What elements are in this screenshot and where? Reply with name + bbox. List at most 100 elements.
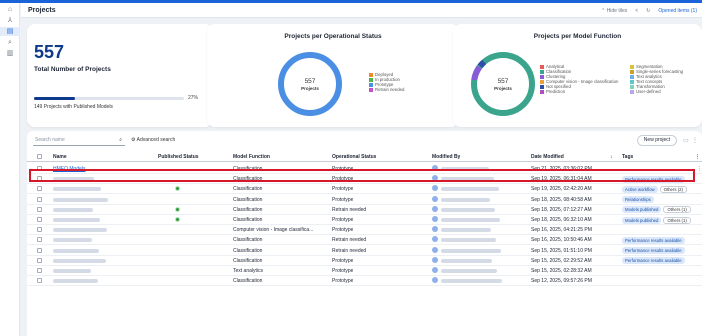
table-row[interactable]: Classification Retrain needed Sep 16, 2025…: [27, 235, 702, 246]
col-function[interactable]: Model Function: [233, 154, 270, 160]
row-checkbox[interactable]: [37, 257, 42, 263]
home-icon[interactable]: ⌂: [0, 5, 20, 14]
operational-status: Prototype: [332, 268, 354, 274]
hierarchy-icon[interactable]: ⅄: [0, 16, 20, 25]
hide-tiles-button[interactable]: ⌃ Hide tiles: [601, 8, 627, 14]
legend-item[interactable]: Retrain needed: [369, 87, 404, 92]
table-row[interactable]: Classification Prototype Sep 19, 2025, 02:…: [27, 184, 702, 195]
model-function: Classification: [233, 206, 263, 213]
new-project-button[interactable]: New project: [637, 135, 677, 146]
date-modified: Sep 18, 2025, 08:40:58 AM: [531, 196, 592, 203]
opened-items-link[interactable]: Opened items (1): [658, 8, 697, 14]
row-checkbox[interactable]: [37, 217, 42, 222]
tag-badge[interactable]: Active workflow: [622, 185, 658, 193]
row-menu-icon[interactable]: ⋮: [697, 166, 702, 172]
row-checkbox[interactable]: [37, 237, 42, 243]
row-checkbox[interactable]: [37, 247, 42, 253]
col-name[interactable]: Name: [53, 154, 67, 160]
row-checkbox[interactable]: [37, 206, 42, 212]
legend-swatch: [540, 84, 544, 89]
operational-status: Retrain needed: [332, 206, 367, 213]
total-projects-tile: 557 Total Number of Projects 27% 149 Pro…: [27, 24, 213, 127]
project-name-redacted[interactable]: [53, 237, 92, 244]
library-icon[interactable]: ▥: [0, 49, 20, 58]
filter-icon: ⚙: [131, 137, 136, 143]
model-function: Classification: [233, 186, 263, 193]
col-modified-by[interactable]: Modified By: [432, 154, 460, 160]
project-name-redacted[interactable]: [53, 186, 101, 193]
tag-badge[interactable]: Relationships: [622, 196, 654, 204]
model-function: Classification: [233, 237, 263, 244]
project-name-redacted[interactable]: [53, 268, 91, 275]
project-name-redacted[interactable]: [53, 248, 99, 255]
tags-cell: Relationships: [622, 196, 656, 204]
table-row[interactable]: Text analytics Prototype Sep 15, 2025, 02:…: [27, 266, 702, 276]
table-row[interactable]: Classification Prototype Sep 18, 2025, 08:…: [27, 195, 702, 205]
col-tags[interactable]: Tags: [622, 154, 633, 160]
project-name-redacted[interactable]: [53, 197, 108, 204]
share-icon[interactable]: <: [635, 8, 638, 14]
legend-swatch: [369, 87, 373, 92]
status-chart-tile: Projects per Operational Status 557 Proj…: [207, 24, 459, 127]
tag-badge[interactable]: Performance results available: [622, 257, 685, 265]
project-name-redacted[interactable]: [53, 227, 107, 234]
avatar: [432, 195, 438, 202]
tag-badge[interactable]: Models published: [622, 206, 662, 214]
status-donut[interactable]: 557 Projects: [207, 24, 459, 127]
col-date[interactable]: Date Modified: [531, 154, 564, 160]
avatar: [432, 216, 438, 222]
operational-status: Prototype: [332, 278, 354, 285]
model-function-chart-tile: Projects per Model Function 557 Projects…: [453, 24, 702, 127]
date-modified: Sep 15, 2025, 02:28:32 AM: [531, 268, 592, 274]
hide-tiles-label: Hide tiles: [606, 8, 628, 14]
date-modified: Sep 19, 2025, 02:42:20 AM: [531, 186, 592, 193]
col-status[interactable]: Operational Status: [332, 154, 376, 160]
others-tags-dropdown[interactable]: Others (2): [659, 185, 687, 193]
total-projects-value: 557: [34, 42, 65, 62]
refresh-icon[interactable]: ↻: [646, 8, 650, 14]
search-data-icon[interactable]: ⌕: [0, 38, 20, 47]
select-all-checkbox[interactable]: [37, 154, 42, 159]
modified-by-redacted: [441, 186, 499, 193]
legend-item[interactable]: Prediction: [540, 89, 618, 94]
row-checkbox[interactable]: [37, 196, 42, 202]
table-row[interactable]: Classification Retrain needed Sep 18, 2025…: [27, 205, 702, 215]
sort-down-icon[interactable]: ↓: [610, 154, 613, 160]
others-tags-dropdown[interactable]: Others (1): [663, 216, 691, 224]
advanced-search-label: Advanced search: [136, 137, 176, 143]
legend-swatch: [540, 89, 544, 94]
tag-badge[interactable]: Performance results available: [622, 247, 685, 255]
project-name-redacted[interactable]: [53, 207, 93, 214]
search-icon[interactable]: ⌕: [119, 136, 122, 145]
projects-icon[interactable]: ▤: [0, 27, 20, 36]
more-icon[interactable]: ⋮: [692, 138, 698, 144]
model-function: Text analytics: [233, 268, 264, 274]
row-checkbox[interactable]: [37, 268, 42, 273]
project-name-redacted[interactable]: [53, 217, 100, 224]
published-percent: 27%: [188, 95, 199, 101]
date-modified: Sep 12, 2025, 09:57:26 PM: [531, 278, 592, 285]
left-nav: ⌂ ⅄ ▤ ⌕ ▥: [0, 3, 20, 336]
table-row[interactable]: Classification Prototype Sep 12, 2025, 09:…: [27, 276, 702, 287]
col-menu-icon[interactable]: ⋮: [695, 154, 700, 160]
table-row[interactable]: Classification Retrain needed Sep 15, 2025…: [27, 246, 702, 256]
tag-badge[interactable]: Models published: [622, 216, 662, 224]
table-row[interactable]: Classification Prototype Sep 18, 2025, 06:…: [27, 215, 702, 225]
columns-icon[interactable]: ▭: [683, 138, 689, 144]
row-checkbox[interactable]: [37, 227, 42, 233]
avatar: [432, 256, 438, 263]
row-checkbox[interactable]: [37, 186, 42, 192]
tags-cell: Models published Others (1): [622, 216, 693, 224]
col-published[interactable]: Published Status: [158, 154, 199, 160]
tag-badge[interactable]: Performance results available: [622, 236, 685, 244]
table-row[interactable]: Computer vision - Image classifica... Pro…: [27, 225, 702, 236]
advanced-search-button[interactable]: ⚙ Advanced search: [131, 137, 175, 143]
legend-item[interactable]: User-defined: [630, 89, 683, 94]
search-input[interactable]: Search name ⌕: [33, 136, 125, 146]
project-name-redacted[interactable]: [53, 278, 98, 285]
others-tags-dropdown[interactable]: Others (1): [663, 206, 691, 214]
project-name-redacted[interactable]: [53, 258, 106, 265]
row-checkbox[interactable]: [37, 278, 42, 284]
legend-swatch: [630, 64, 634, 69]
table-row[interactable]: Classification Prototype Sep 15, 2025, 02:…: [27, 256, 702, 266]
